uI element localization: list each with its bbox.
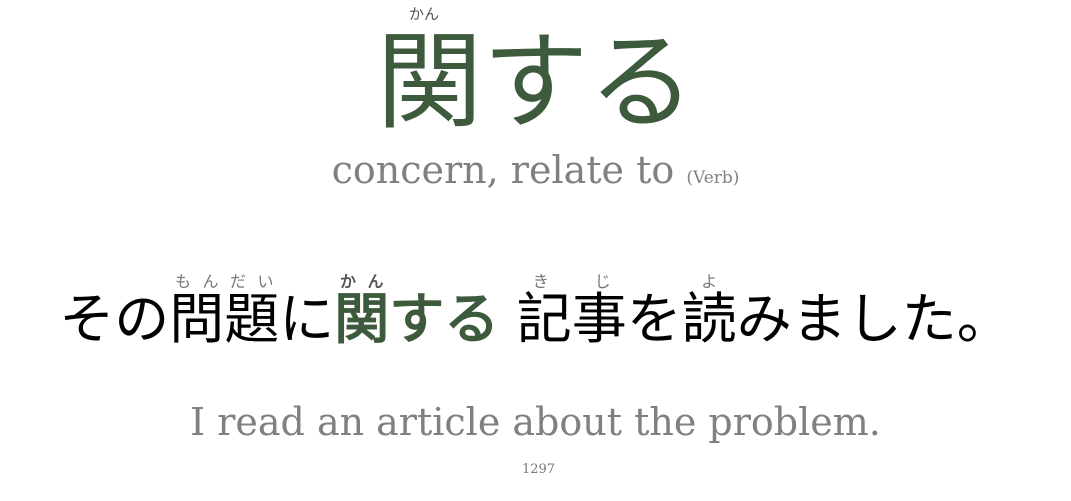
furigana: もんだい: [169, 272, 280, 291]
furigana: きじ: [516, 272, 627, 291]
card-number: 1297: [521, 462, 556, 477]
sentence-segment: その: [59, 287, 170, 351]
sentence-highlighted-word: 関かんする: [334, 272, 500, 351]
sentence-ruby-kan: 関かん: [334, 272, 390, 351]
sentence-ruby-mondai: 問題もんだい: [169, 272, 280, 351]
sentence-segment: 読: [681, 287, 737, 351]
headword: 関する: [0, 22, 1071, 144]
sentence-segment: を: [626, 287, 682, 351]
sentence-ruby-yo: 読よ: [681, 272, 737, 351]
sentence-segment: 記事: [516, 287, 627, 351]
example-sentence-text: その問題もんだいに関かんする 記事きじを読よみました。: [59, 272, 1012, 351]
sentence-segment: に: [279, 287, 335, 351]
sentence-segment: する: [389, 286, 500, 351]
sentence-segment: 関: [334, 286, 390, 351]
headword-kanji: 関: [376, 21, 483, 144]
furigana: よ: [681, 272, 737, 291]
headword-kana: する: [482, 21, 695, 144]
sentence-segment: 問題: [169, 287, 280, 351]
sentence-ruby-kiji: 記事きじ: [516, 272, 627, 351]
example-sentence: その問題もんだいに関かんする 記事きじを読よみました。: [0, 272, 1071, 354]
part-of-speech: (Verb): [686, 168, 740, 188]
meaning-gloss: concern, relate to: [331, 148, 675, 192]
sentence-translation: I read an article about the problem.: [190, 400, 881, 444]
sentence-segment: みました。: [736, 287, 1012, 351]
furigana: かん: [334, 272, 390, 291]
meaning: concern, relate to (Verb): [0, 148, 1071, 192]
